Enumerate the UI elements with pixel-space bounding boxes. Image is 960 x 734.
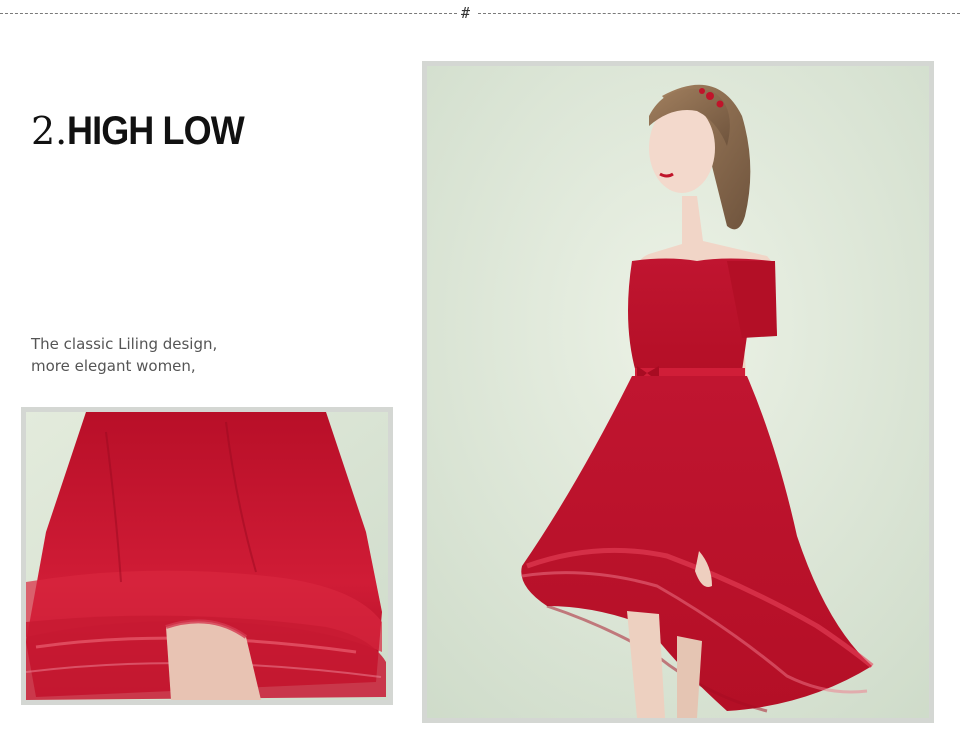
description-line-2: more elegant women,	[31, 357, 196, 375]
model-main-photo	[422, 61, 934, 723]
skirt-detail-illustration	[26, 412, 388, 700]
section-title-text: HIGH LOW	[67, 109, 245, 153]
header-dashed-divider-left	[0, 13, 457, 14]
section-description: The classic Liling design, more elegant …	[31, 333, 217, 377]
header-dashed-divider-right	[478, 13, 960, 14]
model-dress-illustration	[427, 66, 929, 718]
section-title: 2.HIGH LOW	[31, 106, 264, 156]
description-line-1: The classic Liling design,	[31, 335, 218, 353]
section-number: 2.	[31, 109, 68, 153]
header-hash-marker: #	[461, 4, 471, 22]
skirt-detail-photo	[21, 407, 393, 705]
